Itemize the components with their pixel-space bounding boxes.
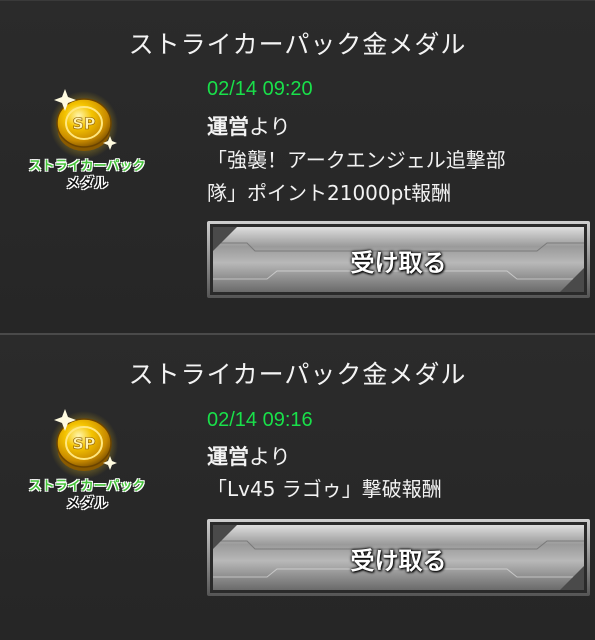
receive-button-label: 受け取る — [350, 249, 447, 277]
timestamp: 02/14 09:16 — [207, 409, 313, 431]
message-body-line: 隊」ポイント21000pt報酬 — [207, 181, 452, 205]
message-title: ストライカーパック金メダル — [128, 360, 467, 389]
sender-name: 運営 — [207, 445, 249, 469]
medal-label: ストライカーパック — [28, 159, 146, 174]
sender: 運営より — [207, 441, 291, 471]
medal-label: ストライカーパック — [28, 479, 146, 494]
timestamp: 02/14 09:20 — [207, 78, 313, 100]
message-body-line: 「Lv45 ラゴゥ」撃破報酬 — [207, 477, 442, 501]
receive-button[interactable]: 受け取る — [207, 519, 590, 596]
sender-name: 運営 — [207, 115, 249, 139]
medal-sublabel: メダル — [66, 496, 108, 512]
svg-text:SP: SP — [72, 434, 96, 453]
receive-button[interactable]: 受け取る — [207, 221, 590, 298]
message-card: ストライカーパック金メダル SP ストライカーパック メダル 02/14 09:… — [0, 333, 595, 640]
medal-sublabel: メダル — [66, 176, 108, 192]
message-body-line: 「強襲！アークエンジェル追撃部 — [207, 148, 506, 172]
sender-suffix: より — [249, 115, 291, 139]
message-body: 「Lv45 ラゴゥ」撃破報酬 — [207, 473, 582, 506]
sender: 運営より — [207, 111, 291, 141]
gold-medal-icon: SP ストライカーパック メダル — [22, 403, 152, 513]
message-title: ストライカーパック金メダル — [128, 30, 467, 59]
message-body: 「強襲！アークエンジェル追撃部 隊」ポイント21000pt報酬 — [207, 144, 582, 210]
sender-suffix: より — [249, 445, 291, 469]
svg-text:SP: SP — [72, 114, 96, 133]
gold-medal-icon: SP ストライカーパック メダル — [22, 83, 152, 193]
message-card: ストライカーパック金メダル SP ストライカーパック メダル 02/14 09:… — [0, 0, 595, 333]
receive-button-label: 受け取る — [350, 547, 447, 575]
